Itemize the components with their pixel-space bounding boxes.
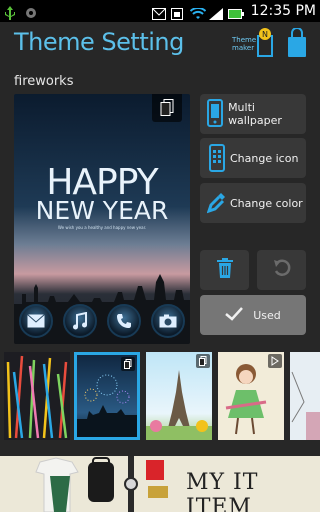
- app-root: 12:35 PM Theme Setting Theme maker N fir…: [0, 0, 320, 512]
- shopping-bag-icon[interactable]: [286, 27, 308, 58]
- thumbnail-girl[interactable]: [218, 352, 284, 440]
- mail-icon: [19, 304, 53, 338]
- preview-wish-text: We wish you a healthy and happy new year…: [57, 225, 147, 230]
- preview-subheadline: NEW YEAR: [35, 196, 169, 225]
- header: Theme Setting Theme maker N: [0, 22, 320, 66]
- thumbnail-partial[interactable]: [290, 352, 320, 440]
- camera-icon: [151, 304, 185, 338]
- used-label: Used: [253, 308, 281, 322]
- icon-grid-icon: [204, 141, 230, 175]
- trash-icon: [216, 258, 233, 282]
- multi-wallpaper-button[interactable]: Multi wallpaper: [200, 94, 306, 134]
- theme-preview[interactable]: HAPPY NEW YEAR We wish you a healthy and…: [14, 94, 190, 344]
- multi-wallpaper-label: Multi wallpaper: [228, 101, 282, 127]
- check-icon: [225, 306, 244, 325]
- wifi-icon: [189, 5, 206, 19]
- svg-text:N: N: [262, 30, 268, 39]
- undo-icon: [273, 259, 291, 281]
- undo-button[interactable]: [257, 250, 306, 290]
- thumbnail-lines[interactable]: [4, 352, 70, 440]
- change-color-button[interactable]: Change color: [200, 183, 306, 223]
- preview-headline: HAPPY: [46, 162, 158, 203]
- change-color-label: Change color: [230, 196, 303, 210]
- theme-name-label: fireworks: [14, 74, 74, 89]
- battery-icon: [227, 5, 244, 19]
- preview-dock: [14, 304, 190, 338]
- thumbnail-fireworks[interactable]: [74, 352, 140, 440]
- theme-thumbnail-strip: [0, 350, 320, 442]
- phone-icon: [107, 304, 141, 338]
- delete-button[interactable]: [200, 250, 249, 290]
- ad-banner[interactable]: MY IT ITEM: [0, 456, 320, 512]
- eyedropper-icon: [204, 186, 230, 220]
- signal-icon: [208, 5, 223, 20]
- change-icon-label: Change icon: [230, 151, 299, 165]
- calendar-icon: [170, 5, 185, 20]
- android-debug-icon: [24, 5, 38, 18]
- message-icon: [151, 5, 166, 20]
- used-button[interactable]: Used: [200, 295, 306, 335]
- theme-maker-button[interactable]: Theme maker N: [228, 26, 278, 62]
- copy-icon[interactable]: [152, 94, 182, 122]
- page-title: Theme Setting: [14, 28, 184, 56]
- change-icon-button[interactable]: Change icon: [200, 138, 306, 178]
- status-bar: 12:35 PM: [0, 0, 320, 22]
- ad-product-image: [35, 456, 168, 512]
- wallpaper-icon: [204, 97, 228, 131]
- ad-text: MY IT ITEM: [186, 470, 259, 512]
- usb-icon: [4, 5, 18, 20]
- thumbnail-paris[interactable]: [146, 352, 212, 440]
- music-icon: [63, 304, 97, 338]
- status-clock: 12:35 PM: [250, 3, 316, 19]
